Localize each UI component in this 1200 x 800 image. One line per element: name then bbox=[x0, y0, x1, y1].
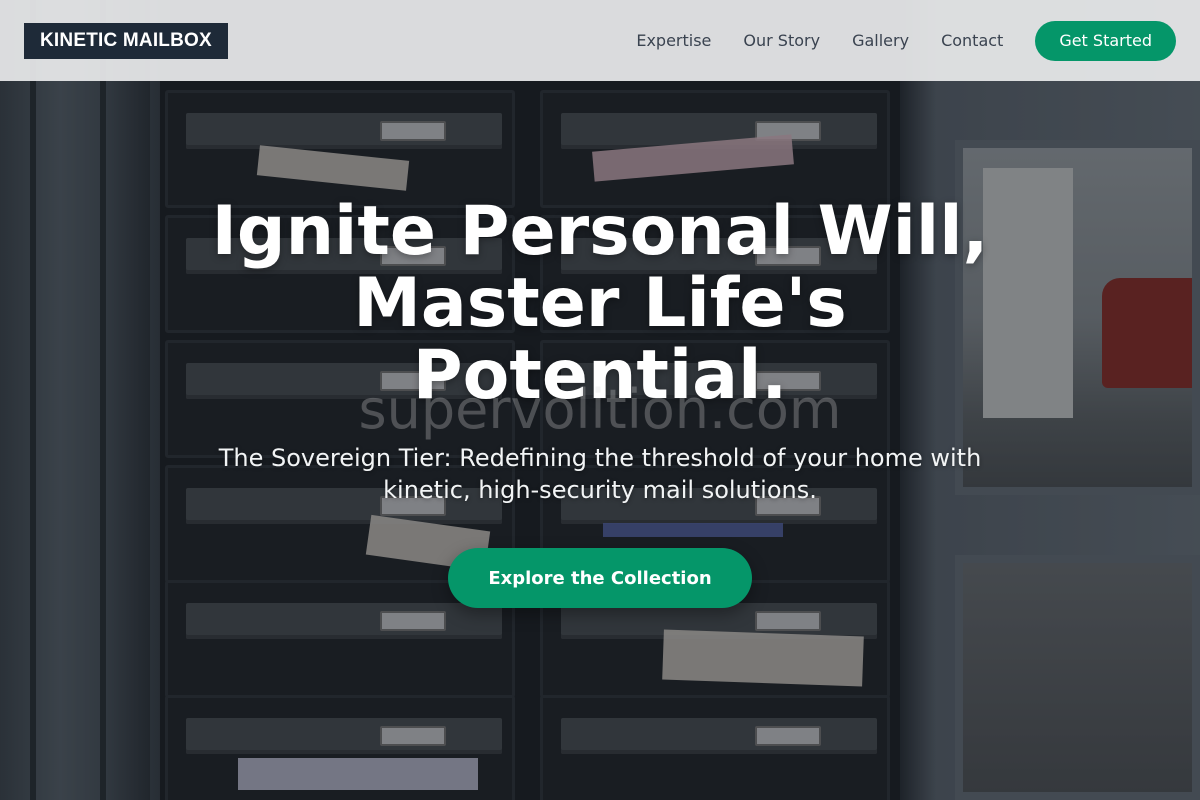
nav-link-our-story[interactable]: Our Story bbox=[743, 31, 820, 50]
hero-section: supervolition.com Ignite Personal Will, … bbox=[0, 196, 1200, 608]
site-header: KINETIC MAILBOX Expertise Our Story Gall… bbox=[0, 0, 1200, 81]
nav-link-contact[interactable]: Contact bbox=[941, 31, 1003, 50]
logo[interactable]: KINETIC MAILBOX bbox=[24, 22, 228, 59]
explore-collection-button[interactable]: Explore the Collection bbox=[448, 548, 752, 608]
hero-subtitle: The Sovereign Tier: Redefining the thres… bbox=[218, 444, 982, 504]
get-started-button[interactable]: Get Started bbox=[1035, 20, 1176, 61]
nav-link-gallery[interactable]: Gallery bbox=[852, 31, 909, 50]
main-nav: Expertise Our Story Gallery Contact bbox=[636, 31, 1003, 50]
hero-title: Ignite Personal Will, Master Life's Pote… bbox=[211, 192, 989, 415]
nav-link-expertise[interactable]: Expertise bbox=[636, 31, 711, 50]
